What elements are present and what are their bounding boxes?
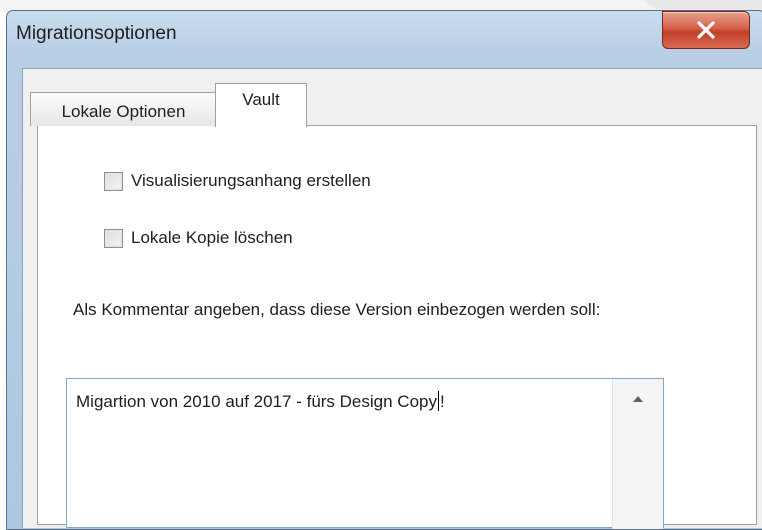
scroll-up-arrow-icon [633,396,643,402]
tab-vault[interactable]: Vault [215,83,307,127]
close-icon [697,21,715,39]
text-caret [437,391,439,411]
option-label: Lokale Kopie löschen [131,228,293,247]
tab-lokale-optionen[interactable]: Lokale Optionen [30,92,217,126]
scroll-up-button[interactable] [613,379,663,419]
option-lokale-kopie-loeschen[interactable]: Lokale Kopie löschen [104,228,293,248]
comment-label: Als Kommentar angeben, dass diese Versio… [73,300,601,319]
vertical-scrollbar[interactable] [612,379,663,529]
window-title: Migrationsoptionen [16,23,177,44]
checkbox-icon[interactable] [104,228,123,248]
option-visualisierungsanhang[interactable]: Visualisierungsanhang erstellen [104,171,371,191]
close-button[interactable] [662,11,750,49]
checkbox-icon[interactable] [104,171,123,191]
option-label: Visualisierungsanhang erstellen [131,171,371,190]
comment-textarea[interactable]: Migartion von 2010 auf 2017 - fürs Desig… [66,378,664,529]
comment-text-after-caret: ! [439,392,445,411]
comment-text[interactable]: Migartion von 2010 auf 2017 - fürs Desig… [76,391,445,412]
comment-text-before-caret: Migartion von 2010 auf 2017 - fürs Desig… [76,392,437,411]
